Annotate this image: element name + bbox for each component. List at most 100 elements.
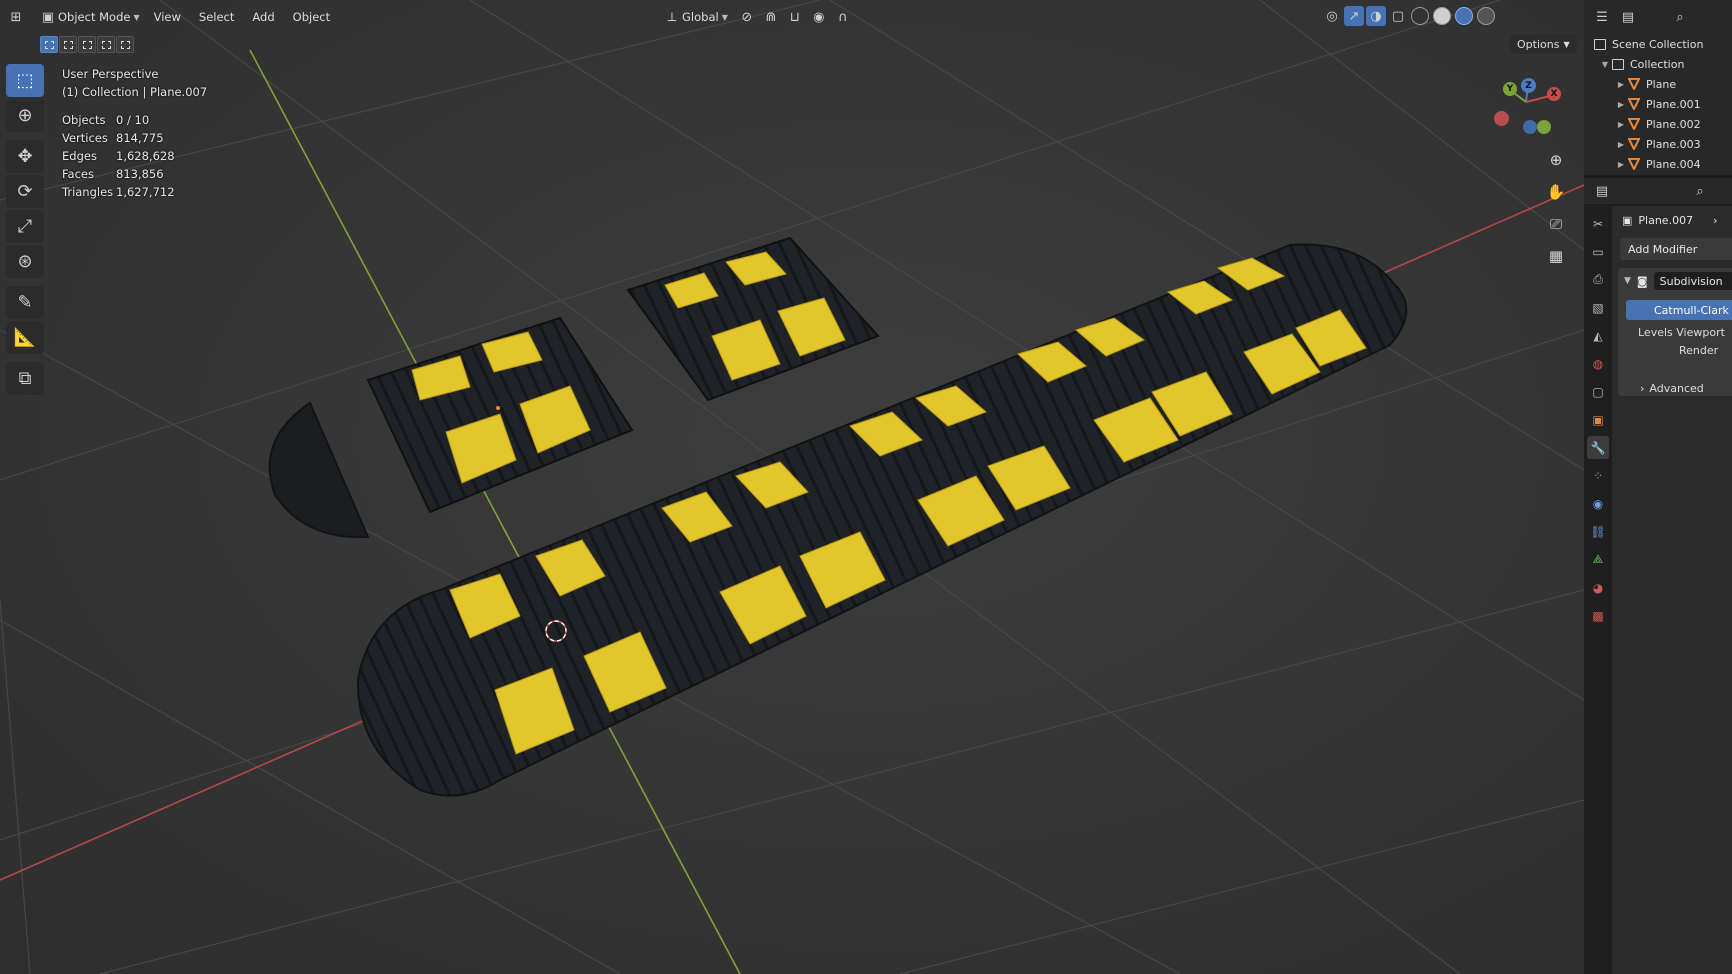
gizmo-toggle-icon[interactable]: ↗ bbox=[1344, 6, 1364, 26]
menu-view[interactable]: View bbox=[145, 10, 190, 24]
cursor-tool[interactable]: ⊕ bbox=[6, 99, 44, 132]
expand-arrow-icon[interactable]: ▼ bbox=[1598, 60, 1612, 69]
visibility-eye-icon[interactable]: ◎ bbox=[1322, 6, 1342, 26]
annotate-tool[interactable]: ✎ bbox=[6, 286, 44, 319]
gizmo-x-axis[interactable]: X bbox=[1547, 87, 1561, 101]
scene-collection-icon bbox=[1594, 38, 1606, 50]
transform-controls: ⟂ Global ▼ ⊘ ⋒ ⊔ ◉ ∩ bbox=[660, 6, 853, 28]
texture-tab-icon[interactable]: ▩ bbox=[1587, 604, 1609, 627]
collection-line: (1) Collection | Plane.007 bbox=[62, 85, 208, 99]
outliner-object-row[interactable]: ▶ Plane.002 bbox=[1584, 114, 1732, 134]
display-mode-icon[interactable]: ☰ bbox=[1592, 7, 1612, 27]
modifier-wrench-icon[interactable]: 🔧 bbox=[1587, 436, 1609, 459]
output-tab-icon[interactable]: ⎙ bbox=[1587, 268, 1609, 291]
stat-row: Vertices 814,775 bbox=[62, 129, 207, 147]
render-tab-icon[interactable]: ▭ bbox=[1587, 240, 1609, 263]
camera-view-icon[interactable]: ⎚ bbox=[1543, 211, 1569, 237]
expand-arrow-icon[interactable]: ▶ bbox=[1614, 80, 1628, 89]
search-icon[interactable]: ⌕ bbox=[1690, 181, 1710, 201]
expand-arrow-icon[interactable]: ▶ bbox=[1614, 160, 1628, 169]
gizmo-neg-z-axis[interactable] bbox=[1523, 120, 1537, 134]
advanced-subpanel[interactable]: › Advanced bbox=[1640, 382, 1704, 395]
gizmo-z-axis[interactable]: Z bbox=[1521, 78, 1536, 93]
select-extend-button[interactable] bbox=[59, 36, 77, 53]
expand-arrow-icon[interactable]: ▶ bbox=[1614, 120, 1628, 129]
xray-toggle-icon[interactable]: ▢ bbox=[1388, 6, 1408, 26]
object-name: Plane.007 bbox=[1638, 213, 1694, 227]
data-tab-icon[interactable]: ⟁ bbox=[1587, 548, 1609, 571]
modifier-name-field[interactable]: Subdivision bbox=[1653, 272, 1732, 290]
object-mode-dropdown[interactable]: ▣ Object Mode ▼ bbox=[36, 6, 145, 28]
select-cursor-icon: ⬚ bbox=[16, 70, 34, 91]
falloff-curve-icon[interactable]: ∩ bbox=[833, 7, 853, 27]
scene-tab-icon[interactable]: ◭ bbox=[1587, 324, 1609, 347]
select-box-tool[interactable]: ⬚ bbox=[6, 64, 44, 97]
transform-tool[interactable]: ⊛ bbox=[6, 245, 44, 278]
overlays-icon[interactable]: ◑ bbox=[1366, 6, 1386, 26]
select-invert-button[interactable] bbox=[97, 36, 115, 53]
select-new-button[interactable] bbox=[40, 36, 58, 53]
pan-hand-icon[interactable]: ✋ bbox=[1543, 179, 1569, 205]
mesh-triangle-icon bbox=[1627, 138, 1641, 152]
search-icon[interactable]: ⌕ bbox=[1670, 7, 1690, 27]
viewport-info-overlay: User Perspective (1) Collection | Plane.… bbox=[62, 65, 207, 201]
gizmo-y-axis[interactable]: Y bbox=[1503, 82, 1517, 96]
outliner-object-row[interactable]: ▶ Plane.004 bbox=[1584, 154, 1732, 174]
constraints-tab-icon[interactable]: ⛓ bbox=[1587, 520, 1609, 543]
add-cube-tool[interactable]: ⧉ bbox=[6, 362, 44, 395]
menu-add[interactable]: Add bbox=[243, 10, 283, 24]
menu-select[interactable]: Select bbox=[190, 10, 243, 24]
scene-collection-row[interactable]: Scene Collection bbox=[1584, 34, 1732, 54]
expand-arrow-icon[interactable]: ▶ bbox=[1614, 100, 1628, 109]
proportional-editing-icon[interactable]: ◉ bbox=[809, 7, 829, 27]
material-tab-icon[interactable]: ◕ bbox=[1587, 576, 1609, 599]
snap-target-icon[interactable]: ⊔ bbox=[785, 7, 805, 27]
outliner-object-row[interactable]: ▶ Plane.001 bbox=[1584, 94, 1732, 114]
measure-tool[interactable]: 📐 bbox=[6, 321, 44, 354]
orientation-dropdown[interactable]: ⟂ Global ▼ bbox=[660, 6, 733, 28]
select-subtract-button[interactable] bbox=[78, 36, 96, 53]
options-dropdown[interactable]: Options ▼ bbox=[1510, 34, 1577, 54]
editor-type-icon[interactable]: ⊞ bbox=[6, 7, 26, 27]
collection-tab-icon[interactable]: ▢ bbox=[1587, 380, 1609, 403]
gizmo-neg-y-axis[interactable] bbox=[1537, 120, 1551, 134]
perspective-grid-icon[interactable]: ▦ bbox=[1543, 243, 1569, 269]
wireframe-shading-icon[interactable] bbox=[1411, 7, 1429, 25]
collection-row[interactable]: ▼ Collection bbox=[1584, 54, 1732, 74]
filter-icon[interactable]: ▤ bbox=[1618, 7, 1638, 27]
orientation-axes-icon: ⟂ bbox=[667, 9, 677, 25]
physics-tab-icon[interactable]: ◉ bbox=[1587, 492, 1609, 515]
collapse-arrow-icon[interactable]: ▼ bbox=[1624, 276, 1631, 286]
world-tab-icon[interactable]: ◍ bbox=[1587, 352, 1609, 375]
material-preview-icon[interactable] bbox=[1455, 7, 1473, 25]
gizmo-neg-x-axis[interactable] bbox=[1494, 111, 1509, 126]
3d-viewport[interactable]: ⊞ ▣ Object Mode ▼ View Select Add Object… bbox=[0, 0, 1584, 974]
viewport-nav-buttons: ⊕ ✋ ⎚ ▦ bbox=[1543, 147, 1569, 269]
snap-magnet-icon[interactable]: ⋒ bbox=[761, 7, 781, 27]
zoom-icon[interactable]: ⊕ bbox=[1543, 147, 1569, 173]
object-tab-icon[interactable]: ▣ bbox=[1587, 408, 1609, 431]
menu-object[interactable]: Object bbox=[284, 10, 339, 24]
outliner-object-row[interactable]: ▶ Plane.003 bbox=[1584, 134, 1732, 154]
editor-type-icon[interactable]: ▤ bbox=[1592, 181, 1612, 201]
collection-label: Collection bbox=[1630, 57, 1685, 71]
pivot-point-icon[interactable]: ⊘ bbox=[737, 7, 757, 27]
rotate-tool[interactable]: ⟳ bbox=[6, 175, 44, 208]
right-editors: ☰ ▤ ⌕ Scene Collection ▼ Collection ▶ Pl… bbox=[1584, 0, 1732, 974]
tool-tab-icon[interactable]: ✂ bbox=[1587, 212, 1609, 235]
viewport-scene bbox=[0, 0, 1584, 974]
particles-tab-icon[interactable]: ⁘ bbox=[1587, 464, 1609, 487]
scale-tool[interactable]: ⤢ bbox=[6, 210, 44, 243]
solid-shading-icon[interactable] bbox=[1433, 7, 1451, 25]
catmull-clark-button[interactable]: Catmull-Clark bbox=[1626, 300, 1732, 320]
expand-arrow-icon[interactable]: ▶ bbox=[1614, 140, 1628, 149]
select-intersect-button[interactable] bbox=[116, 36, 134, 53]
stat-row: Triangles 1,627,712 bbox=[62, 183, 207, 201]
move-tool[interactable]: ✥ bbox=[6, 140, 44, 173]
scale-icon: ⤢ bbox=[17, 216, 33, 237]
add-modifier-button[interactable]: Add Modifier bbox=[1620, 238, 1732, 260]
view-layer-tab-icon[interactable]: ▧ bbox=[1587, 296, 1609, 319]
navigation-gizmo[interactable]: Z Y X bbox=[1490, 74, 1568, 144]
rendered-shading-icon[interactable] bbox=[1477, 7, 1495, 25]
outliner-object-row[interactable]: ▶ Plane bbox=[1584, 74, 1732, 94]
